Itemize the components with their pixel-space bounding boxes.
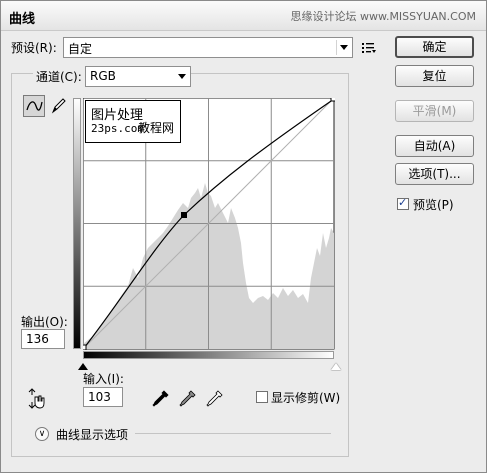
preview-label: 预览(P) — [413, 198, 454, 212]
gray-point-eyedropper-icon[interactable] — [178, 389, 198, 409]
ok-button[interactable]: 确定 — [395, 36, 474, 58]
preset-value: 自定 — [68, 42, 93, 56]
channel-label: 通道(C): — [33, 68, 85, 85]
curves-dialog: 曲线 思缘设计论坛 www.MISSYUAN.COM 预设(R): 自定 确定 … — [0, 0, 487, 473]
black-point-slider[interactable] — [78, 363, 88, 370]
white-point-eyedropper-icon[interactable] — [205, 389, 225, 409]
pencil-tool[interactable] — [47, 95, 69, 117]
curve-control-point[interactable] — [181, 212, 187, 218]
auto-button[interactable]: 自动(A) — [395, 135, 474, 157]
smooth-button[interactable]: 平滑(M) — [395, 100, 474, 122]
chevron-down-icon — [178, 74, 186, 79]
input-field[interactable]: 103 — [83, 387, 123, 407]
options-button[interactable]: 选项(T)... — [395, 163, 474, 185]
curve-tool-icon — [26, 101, 43, 111]
select-separator — [336, 40, 337, 55]
input-gradient-bar — [83, 351, 334, 359]
preset-select[interactable]: 自定 — [63, 37, 353, 58]
curve-tool[interactable] — [23, 95, 45, 117]
dialog-title: 曲线 — [9, 12, 36, 27]
curve-endpoint-black[interactable] — [83, 344, 87, 350]
divider — [135, 433, 331, 434]
preview-checkbox[interactable] — [397, 196, 409, 210]
curve-display-options-label[interactable]: 曲线显示选项 — [56, 426, 128, 443]
output-label: 输出(O): — [21, 315, 68, 329]
preset-menu-icon[interactable] — [361, 41, 377, 55]
chevron-down-icon — [340, 45, 348, 50]
overlay-line3: 教程网 — [138, 121, 175, 135]
title-bar: 曲线 思缘设计论坛 www.MISSYUAN.COM — [1, 1, 486, 31]
expand-chevron-icon[interactable]: ∨ — [35, 427, 49, 441]
channel-select[interactable]: RGB — [85, 66, 191, 87]
black-point-eyedropper-icon[interactable] — [151, 389, 171, 409]
show-clipping-label: 显示修剪(W) — [271, 391, 341, 405]
on-image-adjust-icon[interactable] — [23, 387, 45, 409]
channel-value: RGB — [90, 69, 116, 83]
curve-endpoint-white[interactable] — [330, 98, 335, 102]
watermark-text: 思缘设计论坛 www.MISSYUAN.COM — [290, 10, 476, 23]
reset-button[interactable]: 复位 — [395, 65, 474, 87]
show-clipping-checkbox[interactable] — [256, 391, 268, 403]
output-field[interactable]: 136 — [21, 329, 65, 349]
input-label: 输入(I): — [83, 372, 124, 386]
output-gradient-bar — [73, 98, 81, 349]
preset-label: 预设(R): — [11, 41, 57, 55]
overlay-line2: 23ps.com — [91, 122, 144, 135]
pencil-tool-icon — [51, 98, 66, 114]
white-point-slider[interactable] — [331, 363, 341, 370]
overlay-line1: 图片处理 — [91, 108, 144, 123]
